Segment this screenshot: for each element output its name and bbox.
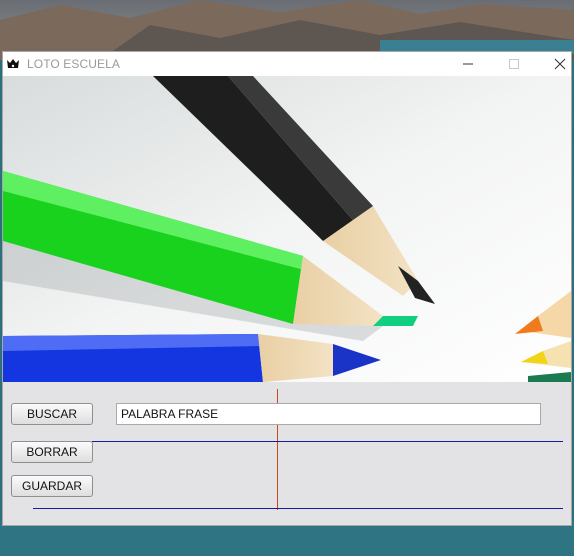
- colored-pencils-image: [3, 76, 571, 382]
- guardar-button[interactable]: GUARDAR: [11, 475, 93, 497]
- app-logo-icon: [6, 57, 20, 71]
- buscar-button[interactable]: BUSCAR: [11, 403, 93, 425]
- control-panel: BUSCAR BORRAR GUARDAR: [3, 382, 571, 525]
- horizontal-guide-line-top: [92, 441, 563, 442]
- close-icon: [554, 58, 566, 70]
- title-bar: LOTO ESCUELA: [3, 52, 571, 76]
- window-title: LOTO ESCUELA: [27, 57, 121, 71]
- horizontal-guide-line-bottom: [33, 508, 563, 509]
- borrar-button[interactable]: BORRAR: [11, 441, 93, 463]
- minimize-button[interactable]: [445, 52, 491, 76]
- minimize-icon: [463, 63, 473, 65]
- close-button[interactable]: [537, 52, 574, 76]
- app-window: LOTO ESCUELA BUSCAR PALABRA FRASE BORRAR…: [2, 51, 572, 526]
- search-input[interactable]: [116, 403, 541, 425]
- maximize-button[interactable]: [491, 52, 537, 76]
- maximize-icon: [509, 59, 519, 69]
